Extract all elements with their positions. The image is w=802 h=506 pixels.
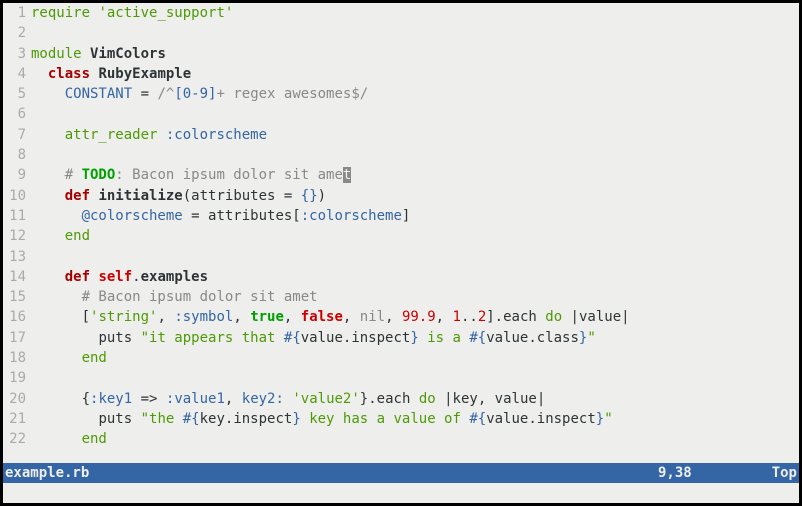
code-area[interactable]: require 'active_support' module VimColor…	[31, 3, 799, 463]
line-number: 3	[3, 44, 26, 64]
cursor: t	[343, 167, 351, 183]
line-number: 1	[3, 3, 26, 23]
code-line: # TODO: Bacon ipsum dolor sit amet	[31, 165, 799, 185]
line-number: 9	[3, 165, 26, 185]
vim-editor: 1 2 3 4 5 6 7 8 9 10 11 12 13 14 15 16 1…	[3, 3, 799, 503]
code-line: puts "it appears that #{value.inspect} i…	[31, 328, 799, 348]
code-line: @colorscheme = attributes[:colorscheme]	[31, 206, 799, 226]
line-number: 14	[3, 267, 26, 287]
command-line[interactable]	[3, 483, 799, 503]
code-line: ['string', :symbol, true, false, nil, 99…	[31, 307, 799, 327]
line-number-gutter: 1 2 3 4 5 6 7 8 9 10 11 12 13 14 15 16 1…	[3, 3, 31, 463]
code-line: module VimColors	[31, 44, 799, 64]
line-number: 11	[3, 206, 26, 226]
line-number: 22	[3, 429, 26, 449]
code-line: attr_reader :colorscheme	[31, 125, 799, 145]
code-line: puts "the #{key.inspect} key has a value…	[31, 409, 799, 429]
line-number: 8	[3, 145, 26, 165]
line-number: 18	[3, 348, 26, 368]
code-line: def initialize(attributes = {})	[31, 186, 799, 206]
line-number: 16	[3, 307, 26, 327]
status-scroll: Top	[772, 463, 797, 483]
line-number: 12	[3, 226, 26, 246]
line-number: 17	[3, 328, 26, 348]
code-line	[31, 23, 799, 43]
line-number: 4	[3, 64, 26, 84]
code-line: class RubyExample	[31, 64, 799, 84]
code-line: def self.examples	[31, 267, 799, 287]
code-line: end	[31, 429, 799, 449]
code-line	[31, 247, 799, 267]
line-number: 2	[3, 23, 26, 43]
code-line	[31, 104, 799, 124]
code-line: end	[31, 348, 799, 368]
line-number: 19	[3, 368, 26, 388]
status-filename: example.rb	[5, 463, 89, 483]
code-line: {:key1 => :value1, key2: 'value2'}.each …	[31, 389, 799, 409]
line-number: 7	[3, 125, 26, 145]
line-number: 6	[3, 104, 26, 124]
line-number: 5	[3, 84, 26, 104]
code-line: require 'active_support'	[31, 3, 799, 23]
code-line	[31, 368, 799, 388]
line-number: 15	[3, 287, 26, 307]
code-line	[31, 145, 799, 165]
editor-main[interactable]: 1 2 3 4 5 6 7 8 9 10 11 12 13 14 15 16 1…	[3, 3, 799, 463]
code-line: CONSTANT = /^[0-9]+ regex awesomes$/	[31, 84, 799, 104]
line-number: 10	[3, 186, 26, 206]
status-cursor-position: 9,38	[658, 463, 692, 483]
line-number: 20	[3, 389, 26, 409]
status-bar: example.rb 9,38 Top	[3, 463, 799, 483]
code-line: end	[31, 226, 799, 246]
line-number: 13	[3, 247, 26, 267]
line-number: 21	[3, 409, 26, 429]
code-line: # Bacon ipsum dolor sit amet	[31, 287, 799, 307]
